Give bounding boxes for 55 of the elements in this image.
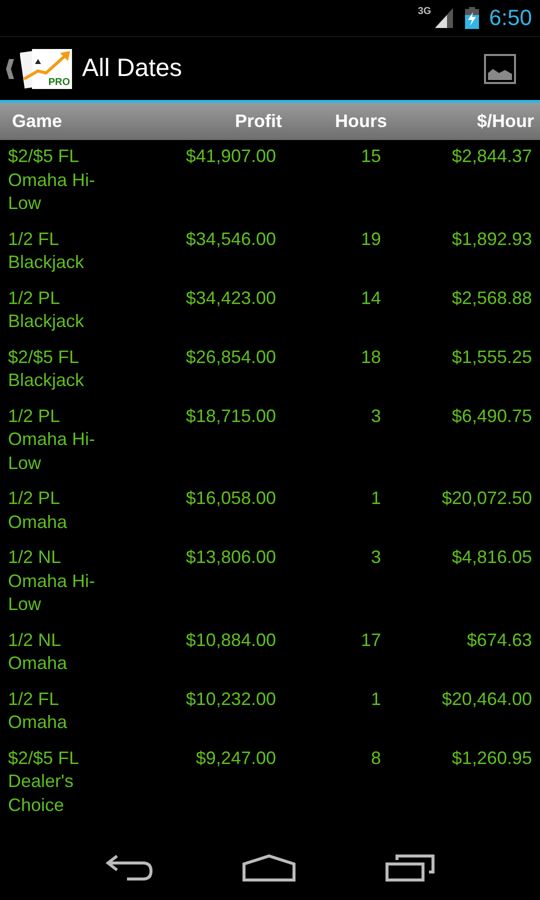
- per-hour-cell-text: $20,072.50: [440, 487, 532, 510]
- profit-cell-text: $26,854.00: [184, 346, 276, 368]
- profit-cell-text: $41,907.00: [184, 145, 276, 168]
- profit-cell-text: $34,546.00: [184, 228, 276, 250]
- column-header[interactable]: Profit: [138, 111, 282, 132]
- hours-cell-text: 1: [370, 688, 381, 710]
- hours-cell-text: 1: [370, 487, 381, 510]
- per-hour-cell-text: $6,490.75: [450, 404, 532, 428]
- game-cell-text: $2/$5 FL Blackjack: [8, 346, 86, 392]
- network-type-label: 3G: [418, 6, 432, 17]
- hours-cell-text: 8: [370, 746, 381, 770]
- hours-cell-text: 19: [360, 228, 381, 250]
- hours-cell-text: 15: [360, 145, 381, 168]
- profit-cell-text: $10,884.00: [184, 628, 276, 652]
- per-hour-cell-text: $674.63: [466, 628, 532, 652]
- game-cell-text: $2/$5 FL Dealer's Choice: [8, 746, 80, 816]
- per-hour-cell-text: $2,844.37: [450, 145, 532, 168]
- column-header[interactable]: $/Hour: [387, 111, 534, 132]
- game-cell-text: 1/2 PL Omaha: [8, 487, 68, 534]
- battery-charging-icon: [465, 7, 480, 29]
- back-icon[interactable]: [104, 854, 153, 882]
- hours-cell-text: 3: [370, 546, 381, 569]
- home-up-button[interactable]: PRO All Dates: [0, 46, 182, 90]
- column-header[interactable]: Hours: [282, 111, 387, 132]
- game-cell-text: $2/$5 FL Omaha Hi-Low: [8, 145, 96, 215]
- game-cell-text: 1/2 NL Omaha: [8, 628, 68, 675]
- game-cell-text: 1/2 FL Omaha: [8, 688, 68, 734]
- per-hour-cell-text: $1,892.93: [450, 228, 532, 250]
- image-icon: [484, 54, 516, 84]
- signal-icon: [435, 8, 454, 28]
- profit-cell-text: $18,715.00: [184, 404, 276, 428]
- profit-cell-text: $9,247.00: [194, 746, 276, 770]
- per-hour-cell-text: $1,260.95: [450, 746, 532, 770]
- game-cell-text: 1/2 NL Omaha Hi-Low: [8, 546, 96, 616]
- profit-cell-text: $16,058.00: [184, 487, 276, 510]
- profit-cell-text: $13,806.00: [184, 546, 276, 569]
- home-icon[interactable]: [242, 854, 296, 882]
- game-cell-text: 1/2 PL Omaha Hi-Low: [8, 404, 96, 474]
- profit-cell-text: $34,423.00: [184, 286, 276, 310]
- per-hour-cell-text: $4,816.05: [450, 546, 532, 569]
- column-header[interactable]: Game: [12, 111, 138, 132]
- hours-cell-text: 17: [360, 628, 381, 652]
- game-cell-text: 1/2 PL Blackjack: [8, 286, 86, 333]
- profit-cell-text: $10,232.00: [184, 688, 276, 710]
- per-hour-cell-text: $2,568.88: [450, 286, 532, 310]
- game-cell-text: 1/2 FL Blackjack: [8, 228, 86, 274]
- clock-time: 6:50: [489, 5, 532, 31]
- per-hour-cell-text: $1,555.25: [450, 346, 532, 368]
- hours-cell-text: 14: [360, 286, 381, 310]
- hours-cell-text: 3: [370, 404, 381, 428]
- recent-apps-icon[interactable]: [385, 854, 436, 882]
- hours-cell-text: 18: [360, 346, 381, 368]
- per-hour-cell-text: $20,464.00: [440, 688, 532, 710]
- up-caret-icon: [6, 58, 14, 78]
- chart-view-button[interactable]: [484, 54, 516, 84]
